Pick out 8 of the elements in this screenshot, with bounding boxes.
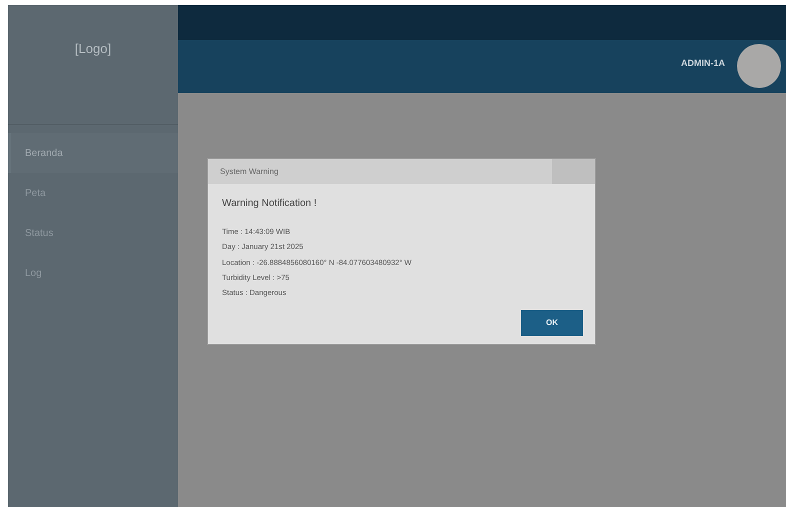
dialog-title: System Warning <box>208 159 552 184</box>
dialog-heading: Warning Notification ! <box>222 197 318 211</box>
ok-button[interactable]: OK <box>521 310 583 336</box>
logo-text: [Logo] <box>74 40 112 58</box>
avatar[interactable] <box>737 44 781 88</box>
user-name: ADMIN-1A <box>681 57 725 70</box>
title-bar-block <box>552 159 595 184</box>
sidebar-item[interactable]: Beranda <box>8 133 178 173</box>
